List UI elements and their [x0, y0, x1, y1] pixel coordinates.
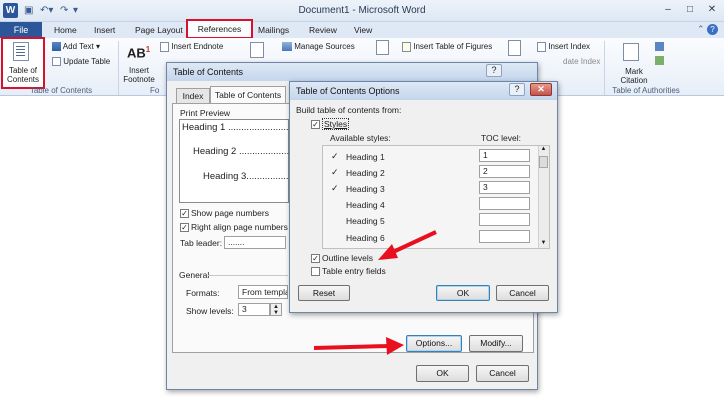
annotation-arrows	[313, 230, 437, 355]
arrow-to-outline-levels	[378, 230, 437, 260]
arrow-to-options-button	[313, 337, 404, 355]
